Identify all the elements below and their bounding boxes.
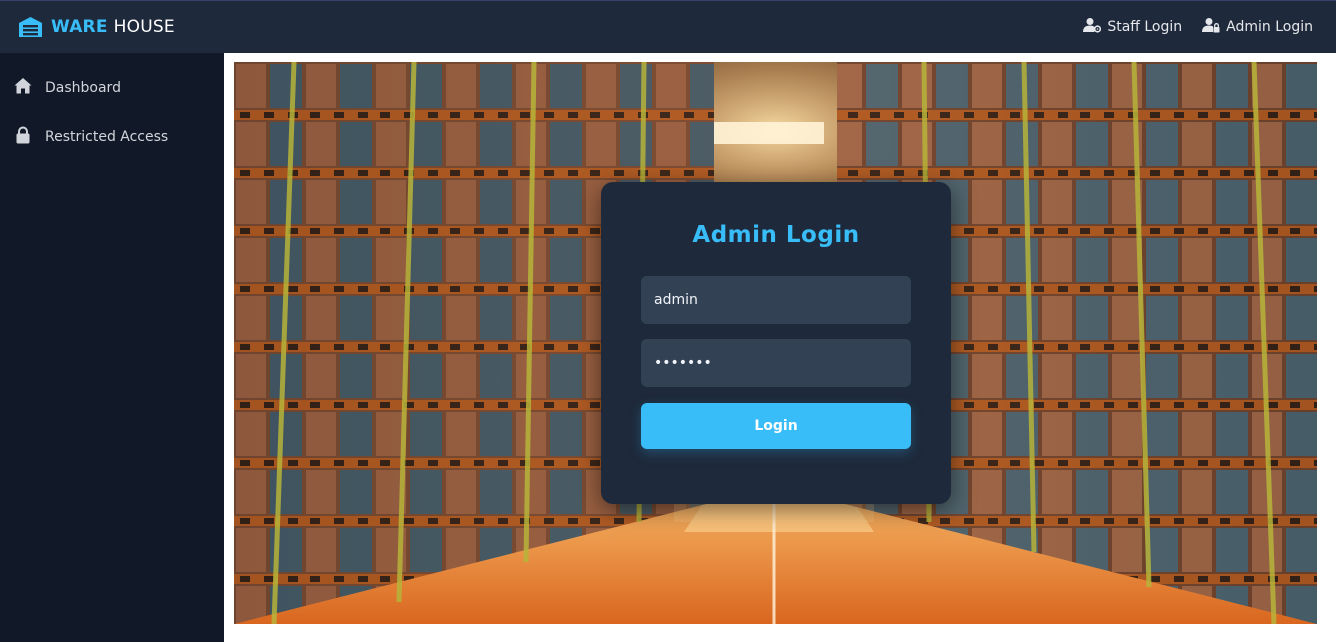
sidebar-item-dashboard[interactable]: Dashboard	[0, 73, 224, 103]
sidebar-item-restricted-access[interactable]: Restricted Access	[0, 122, 224, 152]
staff-login-label: Staff Login	[1107, 19, 1183, 35]
login-button[interactable]: Login	[641, 403, 911, 449]
username-input[interactable]	[641, 276, 911, 324]
sidebar: Dashboard Restricted Access	[0, 53, 224, 642]
admin-login-link[interactable]: Admin Login	[1202, 17, 1313, 37]
brand-part-house: HOUSE	[113, 17, 175, 37]
brand-logo[interactable]: WARE HOUSE	[18, 16, 175, 38]
top-navbar: WARE HOUSE Staff Login Admin Login	[0, 0, 1336, 53]
staff-login-link[interactable]: Staff Login	[1083, 17, 1182, 37]
sidebar-item-label: Restricted Access	[45, 129, 169, 145]
lock-icon	[14, 126, 32, 148]
password-input[interactable]	[641, 339, 911, 387]
warehouse-icon	[18, 16, 43, 38]
login-card: Admin Login Login	[601, 182, 951, 504]
admin-login-label: Admin Login	[1226, 19, 1313, 35]
nav-links: Staff Login Admin Login	[1083, 17, 1313, 37]
user-lock-icon	[1202, 17, 1220, 37]
brand-part-ware: WARE	[51, 17, 108, 37]
home-icon	[14, 77, 32, 99]
login-title: Admin Login	[692, 222, 860, 248]
brand-name: WARE HOUSE	[51, 17, 175, 37]
user-gear-icon	[1083, 17, 1102, 37]
sidebar-item-label: Dashboard	[45, 80, 121, 96]
